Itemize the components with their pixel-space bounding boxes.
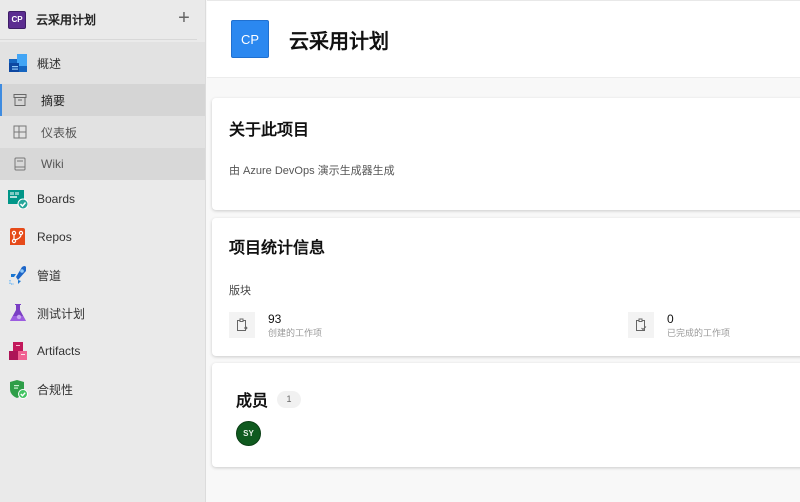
sidebar-item-label: Repos bbox=[37, 230, 72, 244]
stats-title: 项目统计信息 bbox=[229, 240, 326, 257]
member-avatar[interactable]: SY bbox=[236, 421, 261, 446]
page-title: 云采用计划 bbox=[289, 30, 389, 53]
summary-icon bbox=[10, 90, 30, 110]
about-card: 关于此项目 由 Azure DevOps 演示生成器生成 bbox=[212, 98, 800, 210]
main-content: CP 云采用计划 关于此项目 由 Azure DevOps 演示生成器生成 项目… bbox=[207, 0, 800, 502]
sidebar-item-label: 摘要 bbox=[41, 93, 66, 108]
project-header: CP 云采用计划 + bbox=[0, 0, 197, 40]
project-name[interactable]: 云采用计划 bbox=[36, 11, 96, 28]
clipboard-icon bbox=[229, 312, 255, 338]
stat-value: 93 bbox=[268, 312, 282, 326]
stat-created-work-items[interactable]: 93 创建的工作项 bbox=[229, 312, 322, 339]
sidebar-item-compliance[interactable]: 合规性 bbox=[0, 370, 205, 408]
sidebar-item-label: Boards bbox=[37, 192, 76, 206]
sidebar-item-dashboard[interactable]: 仪表板 bbox=[0, 116, 205, 148]
sidebar-item-pipelines[interactable]: 管道 bbox=[0, 256, 205, 294]
sidebar-item-test-plans[interactable]: 测试计划 bbox=[0, 294, 205, 332]
sidebar-item-repos[interactable]: Repos bbox=[0, 218, 205, 256]
project-header-bar: CP 云采用计划 bbox=[207, 0, 800, 78]
sidebar-item-artifacts[interactable]: Artifacts bbox=[0, 332, 205, 370]
stat-value: 0 bbox=[667, 312, 674, 326]
clipboard-check-icon bbox=[628, 312, 654, 338]
artifacts-icon bbox=[8, 341, 28, 361]
members-header: 成员 1 bbox=[236, 387, 302, 411]
members-count-badge: 1 bbox=[277, 390, 302, 408]
boards-icon bbox=[8, 189, 28, 209]
sidebar-item-overview[interactable]: 概述 bbox=[0, 42, 205, 84]
project-avatar-large: CP bbox=[231, 20, 269, 58]
stat-label: 创建的工作项 bbox=[268, 328, 323, 338]
sidebar-item-label: 管道 bbox=[37, 268, 62, 283]
about-title: 关于此项目 bbox=[229, 122, 310, 139]
members-card: 成员 1 SY bbox=[212, 363, 800, 467]
project-avatar: CP bbox=[8, 10, 26, 29]
about-description: 由 Azure DevOps 演示生成器生成 bbox=[229, 165, 395, 177]
stats-card: 项目统计信息 版块 93 创建的工作项 0 已完成的工作项 bbox=[212, 218, 800, 356]
stat-completed-work-items[interactable]: 0 已完成的工作项 bbox=[628, 312, 730, 339]
sidebar-item-label: 概述 bbox=[37, 56, 62, 71]
compliance-icon bbox=[8, 379, 28, 399]
plus-icon[interactable]: + bbox=[175, 8, 193, 28]
stats-section-label: 版块 bbox=[229, 285, 251, 297]
repos-icon bbox=[8, 227, 28, 247]
stat-label: 已完成的工作项 bbox=[667, 328, 731, 338]
members-title: 成员 bbox=[236, 393, 269, 410]
sidebar-item-summary[interactable]: 摘要 bbox=[0, 84, 205, 116]
test-plans-icon bbox=[8, 303, 28, 323]
sidebar: CP 云采用计划 + 概述 摘要 仪表板 Wiki Boards Repos 管… bbox=[0, 0, 206, 502]
sidebar-item-label: 合规性 bbox=[37, 382, 74, 397]
pipelines-icon bbox=[8, 265, 28, 285]
sidebar-item-label: Artifacts bbox=[37, 344, 81, 358]
sidebar-item-boards[interactable]: Boards bbox=[0, 180, 205, 218]
sidebar-item-label: 测试计划 bbox=[37, 306, 86, 321]
dashboard-icon bbox=[10, 122, 30, 142]
sidebar-item-label: Wiki bbox=[41, 157, 64, 171]
overview-group: 概述 摘要 仪表板 Wiki bbox=[0, 42, 205, 180]
sidebar-item-wiki[interactable]: Wiki bbox=[0, 148, 205, 180]
sidebar-item-label: 仪表板 bbox=[41, 125, 78, 140]
overview-icon bbox=[8, 53, 28, 73]
wiki-icon bbox=[10, 154, 30, 174]
